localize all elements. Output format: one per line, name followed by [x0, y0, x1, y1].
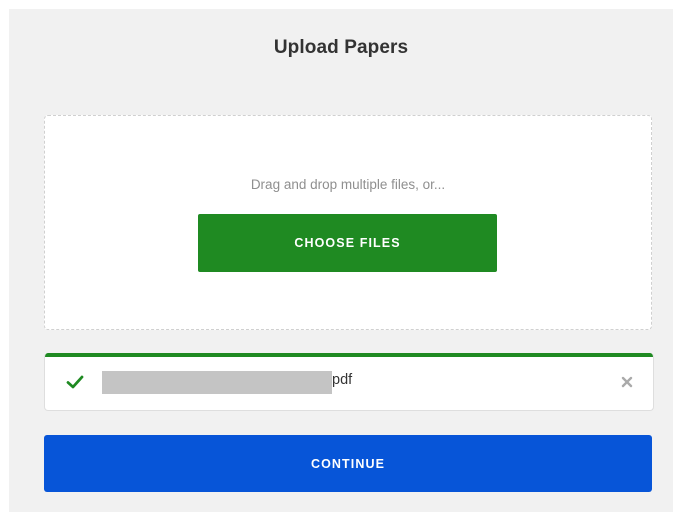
page-title: Upload Papers: [273, 37, 409, 58]
uploaded-file-item: pdf: [44, 353, 654, 411]
continue-button[interactable]: CONTINUE: [44, 435, 652, 492]
upload-panel: Upload Papers Drag and drop multiple fil…: [9, 9, 673, 512]
check-icon: [66, 374, 84, 390]
close-icon[interactable]: [620, 375, 634, 389]
redacted-filename: [102, 371, 332, 394]
file-dropzone[interactable]: Drag and drop multiple files, or... CHOO…: [44, 115, 652, 330]
choose-files-button[interactable]: CHOOSE FILES: [198, 214, 497, 272]
upload-progress-bar: [45, 353, 653, 357]
file-name-extension: pdf: [332, 372, 353, 388]
dropzone-hint: Drag and drop multiple files, or...: [250, 177, 446, 192]
